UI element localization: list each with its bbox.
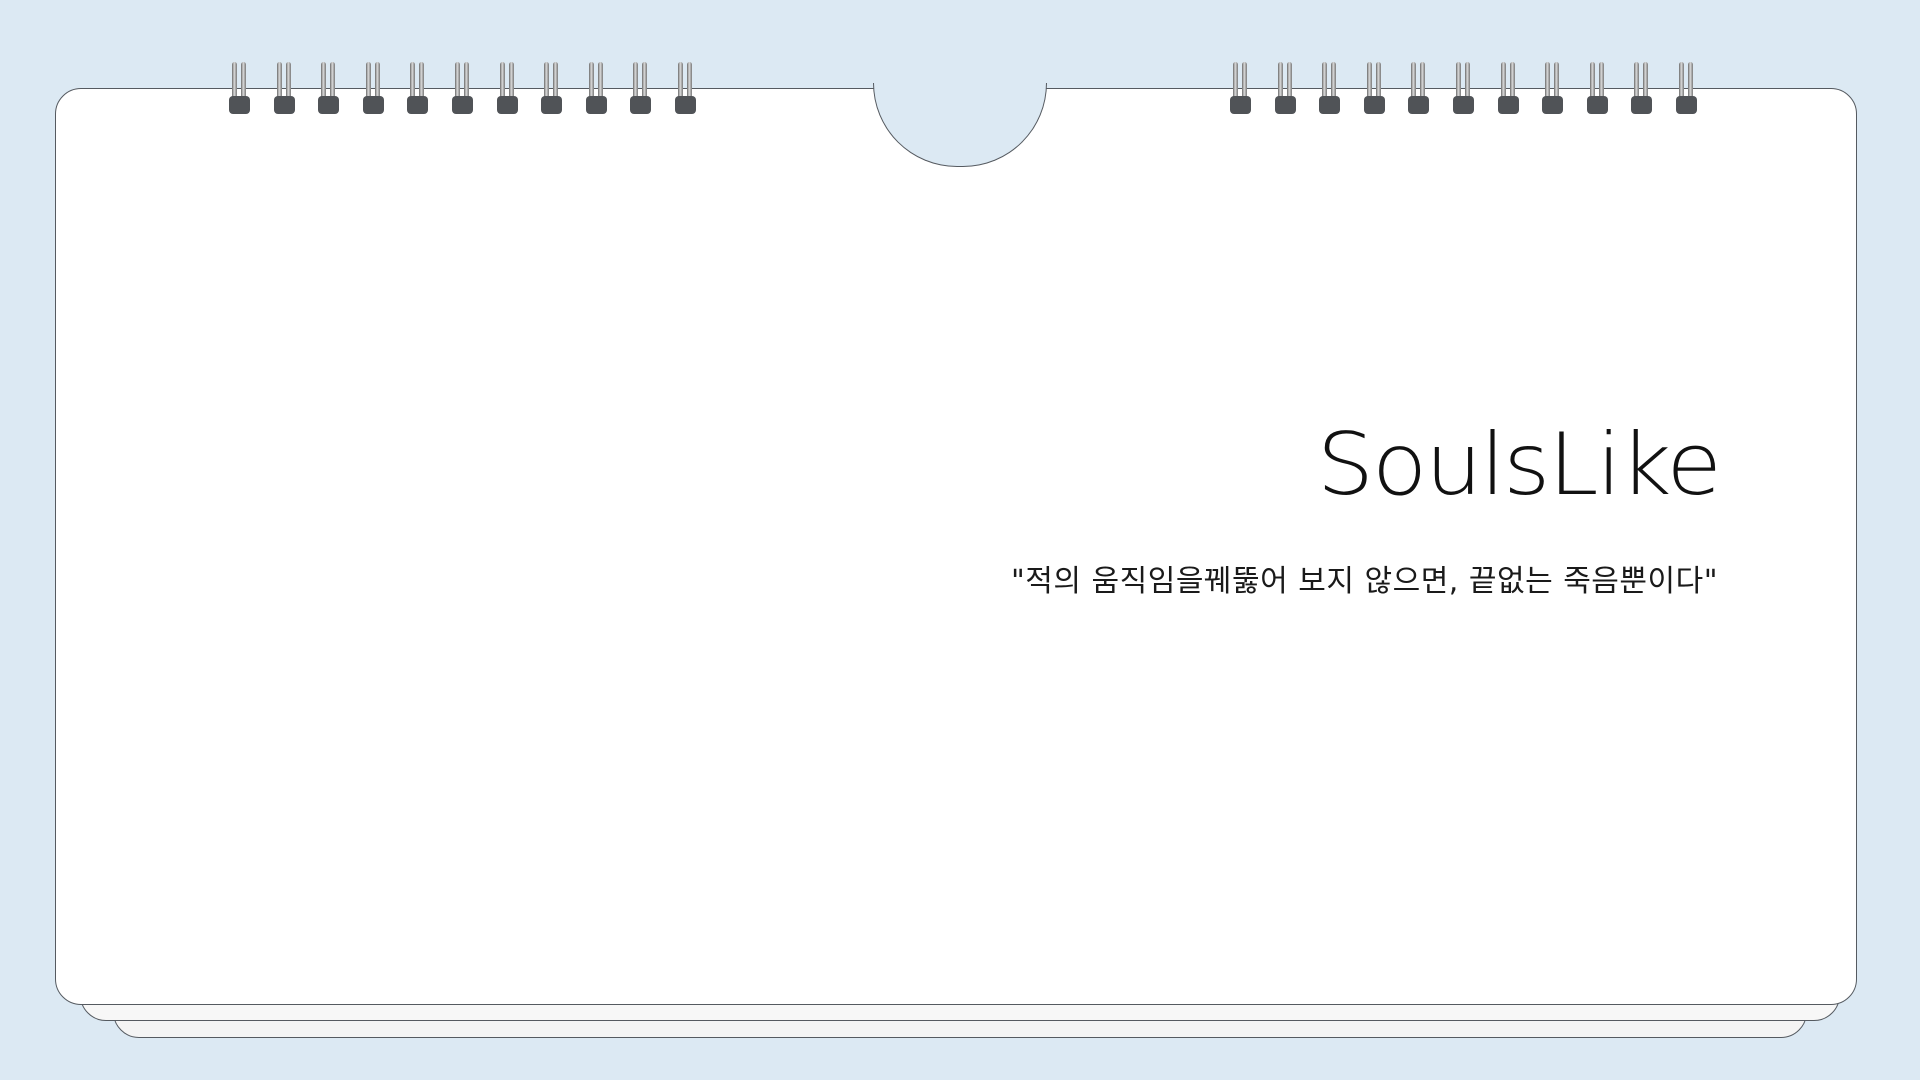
spiral-ring-icon — [228, 62, 273, 116]
spiral-ring-icon — [317, 62, 362, 116]
spiral-binding-right — [1229, 62, 1720, 116]
spiral-ring-icon — [1229, 62, 1274, 116]
spiral-ring-icon — [540, 62, 585, 116]
spiral-ring-icon — [1363, 62, 1408, 116]
spiral-ring-icon — [1274, 62, 1319, 116]
spiral-ring-icon — [496, 62, 541, 116]
spiral-ring-icon — [1318, 62, 1363, 116]
spiral-ring-icon — [406, 62, 451, 116]
spiral-ring-icon — [674, 62, 719, 116]
slide-stage: SoulsLike "적의 움직임을꿰뚫어 보지 않으면, 끝없는 죽음뿐이다" — [0, 0, 1920, 1080]
spiral-ring-icon — [1586, 62, 1631, 116]
spiral-ring-icon — [1452, 62, 1497, 116]
spiral-ring-icon — [629, 62, 674, 116]
spiral-ring-icon — [1407, 62, 1452, 116]
spiral-binding-left — [228, 62, 719, 116]
spiral-ring-icon — [273, 62, 318, 116]
spiral-ring-icon — [1675, 62, 1720, 116]
spiral-ring-icon — [1541, 62, 1586, 116]
spiral-ring-icon — [1497, 62, 1542, 116]
slide-quote: "적의 움직임을꿰뚫어 보지 않으면, 끝없는 죽음뿐이다" — [1010, 564, 1718, 599]
spiral-ring-icon — [362, 62, 407, 116]
calendar-front-sheet — [55, 88, 1857, 1005]
spiral-ring-icon — [451, 62, 496, 116]
spiral-ring-icon — [585, 62, 630, 116]
spiral-ring-icon — [1630, 62, 1675, 116]
slide-title: SoulsLike — [1316, 415, 1722, 515]
